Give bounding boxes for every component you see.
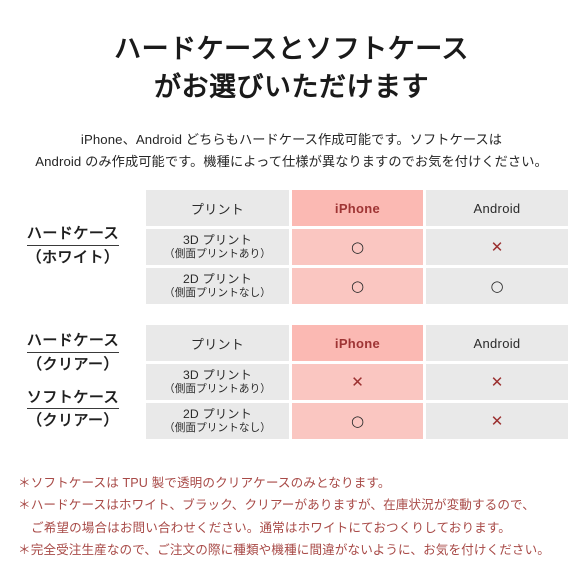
- table-1-row-2d-android: ○: [426, 268, 568, 305]
- table-2-row-2d-android: ✕: [426, 403, 568, 440]
- print-type-main: 3D プリント: [182, 368, 253, 383]
- page-header: ハードケースとソフトケース がお選びいただけます iPhone、Android …: [0, 0, 583, 174]
- page-subtitle-line-1: iPhone、Android どちらもハードケース作成可能です。ソフトケースは: [80, 131, 503, 147]
- table-1-row-2d-iphone: ○: [292, 268, 423, 305]
- page-title-line-1: ハードケースとソフトケース: [114, 34, 469, 64]
- availability-mark-cross-icon: ✕: [351, 372, 364, 391]
- availability-mark-cross-icon: ✕: [490, 372, 504, 391]
- compatibility-table-hard-white: ハードケース （ホワイト） プリント iPhone Android 3D プリン…: [0, 190, 583, 305]
- print-type-sub: （側面プリントあり）: [164, 248, 271, 261]
- label-case-type: ハードケース: [26, 225, 120, 247]
- label-group-soft-clear: ソフトケース （クリアー）: [0, 389, 146, 433]
- print-type-main: 2D プリント: [182, 272, 253, 287]
- print-type-main: 3D プリント: [182, 233, 253, 248]
- table-2-row-3d-label: 3D プリント （側面プリントあり）: [146, 364, 289, 401]
- table-2-grid: プリント iPhone Android 3D プリント （側面プリントあり） ✕…: [146, 325, 568, 440]
- table-2-col-header-iphone: iPhone: [292, 325, 423, 362]
- table-1-grid: プリント iPhone Android 3D プリント （側面プリントあり） ○…: [146, 190, 568, 305]
- label-case-type: ソフトケース: [26, 389, 120, 410]
- availability-mark-circle-icon: ○: [350, 411, 365, 430]
- table-1-row-3d-iphone: ○: [292, 229, 423, 266]
- label-case-color: （クリアー）: [26, 412, 120, 430]
- availability-mark-circle-icon: ○: [350, 276, 365, 295]
- footer-note-3: ＊完全受注生産なので、ご注文の際に種類や機種に間違がないように、お気を付けくださ…: [18, 543, 551, 558]
- page-subtitle: iPhone、Android どちらもハードケース作成可能です。ソフトケースは …: [0, 129, 583, 174]
- table-1-row-2d-label: 2D プリント （側面プリントなし）: [146, 268, 289, 305]
- print-type-main: 2D プリント: [182, 407, 253, 422]
- table-1-row-3d-android: ✕: [426, 229, 568, 266]
- footer-notes: ＊ソフトケースは TPU 製で透明のクリアケースのみとなります。 ＊ハードケース…: [18, 472, 550, 562]
- compatibility-table-clear: ハードケース （クリアー） ソフトケース （クリアー） プリント iPhone …: [0, 325, 583, 440]
- label-case-type: ハードケース: [26, 332, 120, 353]
- footer-note-1: ＊ソフトケースは TPU 製で透明のクリアケースのみとなります。: [18, 476, 391, 490]
- table-1-col-header-android: Android: [426, 190, 568, 227]
- label-group-hard-clear: ハードケース （クリアー）: [0, 332, 146, 376]
- footer-note-2-cont: ご希望の場合はお問い合わせください。通常はホワイトにておつくりしております。: [31, 520, 511, 535]
- print-type-sub: （側面プリントあり）: [164, 383, 271, 396]
- label-group-hard-white: ハードケース （ホワイト）: [0, 225, 146, 269]
- table-2-row-3d-android: ✕: [426, 364, 568, 401]
- availability-mark-circle-icon: ○: [490, 276, 504, 295]
- table-2-row-3d-iphone: ✕: [292, 364, 423, 401]
- table-2-row-label: ハードケース （クリアー） ソフトケース （クリアー）: [0, 332, 146, 432]
- table-1-col-header-iphone: iPhone: [292, 190, 423, 227]
- page-title-line-2: がお選びいただけます: [154, 72, 429, 103]
- table-1-row-3d-label: 3D プリント （側面プリントあり）: [146, 229, 289, 266]
- availability-mark-cross-icon: ✕: [490, 237, 504, 256]
- table-2-row-2d-label: 2D プリント （側面プリントなし）: [146, 403, 289, 440]
- table-1-col-header-print: プリント: [146, 190, 289, 227]
- availability-mark-cross-icon: ✕: [490, 411, 504, 430]
- print-type-sub: （側面プリントなし）: [164, 422, 271, 435]
- page-subtitle-line-2: Android のみ作成可能です。機種によって仕様が異なりますのでお気を付けくだ…: [35, 154, 548, 170]
- table-2-row-2d-iphone: ○: [292, 403, 423, 440]
- label-case-color: （クリアー）: [26, 355, 120, 373]
- footer-note-2: ＊ハードケースはホワイト、ブラック、クリアーがありますが、在庫状況が変動するので…: [18, 498, 535, 513]
- table-1-row-label: ハードケース （ホワイト）: [0, 225, 146, 269]
- label-case-color: （ホワイト）: [26, 249, 120, 267]
- table-2-col-header-android: Android: [426, 325, 568, 362]
- availability-mark-circle-icon: ○: [350, 237, 365, 256]
- print-type-sub: （側面プリントなし）: [164, 287, 271, 300]
- table-2-col-header-print: プリント: [146, 325, 289, 362]
